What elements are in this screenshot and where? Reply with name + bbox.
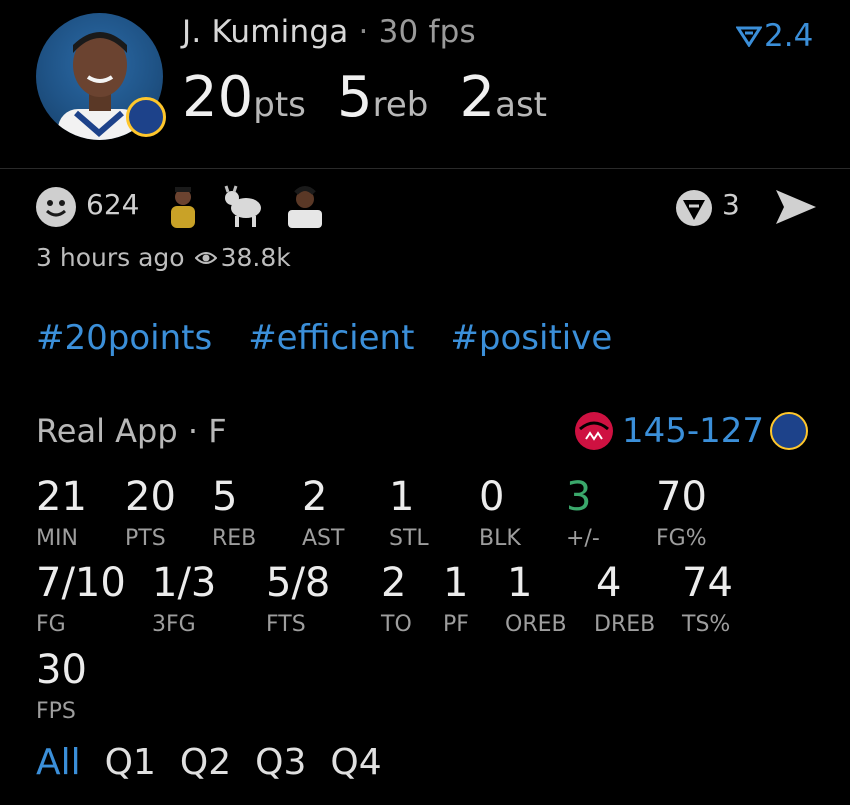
- tab-all[interactable]: All: [36, 742, 81, 783]
- stat-value: 1: [443, 560, 469, 606]
- game-source: Real App · F: [36, 412, 227, 450]
- stat-oreb: 1 OREB: [505, 563, 567, 637]
- stat-value: 70: [656, 474, 707, 520]
- stat-fg-pct: 70 FG%: [656, 477, 707, 551]
- rebounds-value: 5: [337, 65, 373, 130]
- time-ago: 3 hours ago: [36, 243, 185, 272]
- player-reaction-image[interactable]: [161, 184, 203, 228]
- stat-label: TO: [381, 612, 412, 637]
- player-summary-line: 20pts 5reb 2ast: [182, 70, 573, 126]
- stat-value: 2: [302, 474, 328, 520]
- player-fps: 30 fps: [378, 14, 476, 50]
- stat-label: PTS: [125, 526, 166, 551]
- stat-pf: 1 PF: [443, 563, 469, 637]
- views: 38.8k: [194, 243, 291, 272]
- stat-label: OREB: [505, 612, 567, 637]
- stat-label: TS%: [682, 612, 731, 637]
- separator-dot: ·: [358, 14, 369, 50]
- views-count: 38.8k: [220, 243, 291, 272]
- tab-q4[interactable]: Q4: [330, 742, 381, 783]
- stat-dreb: 4 DREB: [594, 563, 655, 637]
- tab-q2[interactable]: Q2: [180, 742, 231, 783]
- post-meta: 3 hours ago 38.8k: [36, 243, 291, 272]
- hashtag[interactable]: #20points: [36, 318, 212, 358]
- goat-emoji[interactable]: [222, 184, 264, 228]
- stat-fg: 7/10 FG: [36, 563, 126, 637]
- comment-icon[interactable]: [673, 187, 715, 229]
- points-unit: pts: [253, 85, 306, 125]
- stat-value: 7/10: [36, 560, 126, 606]
- rating-icon: [736, 26, 762, 47]
- stat-value: 5: [212, 474, 238, 520]
- stat-value: 4: [596, 560, 622, 606]
- rating-value: 2.4: [764, 18, 814, 54]
- stat-value: 0: [479, 474, 505, 520]
- stat-value: 1: [389, 474, 415, 520]
- stat-3fg: 1/3 3FG: [152, 563, 216, 637]
- eye-icon: [194, 251, 217, 264]
- player-name[interactable]: J. Kuminga: [182, 14, 348, 50]
- player-position: F: [208, 412, 227, 450]
- comment-count: 3: [722, 188, 740, 221]
- stat-fps: 30 FPS: [36, 650, 87, 724]
- game-score-value: 145-127: [622, 411, 765, 451]
- source-name: Real App: [36, 412, 178, 450]
- stat-fts: 5/8 FTS: [266, 563, 330, 637]
- stat-value: 30: [36, 647, 87, 693]
- separator-dot: ·: [187, 412, 199, 450]
- stat-label: +/-: [566, 526, 600, 551]
- stat-pts: 20 PTS: [125, 477, 176, 551]
- points-value: 20: [182, 65, 254, 130]
- stat-value: 74: [682, 560, 733, 606]
- stat-label: PF: [443, 612, 469, 637]
- assists-unit: ast: [495, 85, 547, 125]
- stat-label: FG%: [656, 526, 707, 551]
- hashtag[interactable]: #positive: [450, 318, 612, 358]
- stat-value: 5/8: [266, 560, 331, 606]
- stat-label: FPS: [36, 699, 76, 724]
- stat-value: 2: [381, 560, 407, 606]
- smiley-face-icon: [46, 200, 66, 217]
- assists-value: 2: [459, 65, 496, 130]
- stat-label: BLK: [479, 526, 521, 551]
- stat-value: 1/3: [152, 560, 217, 606]
- tab-q1[interactable]: Q1: [105, 742, 156, 783]
- game-score[interactable]: 145-127: [572, 409, 809, 453]
- stat-to: 2 TO: [381, 563, 412, 637]
- share-send-icon[interactable]: [772, 186, 818, 228]
- stat-label: REB: [212, 526, 257, 551]
- stat-plus-minus: 3 +/-: [566, 477, 600, 551]
- rebounds-unit: reb: [372, 85, 429, 125]
- smiley-reaction-icon[interactable]: [36, 187, 76, 227]
- stat-value: 3: [566, 474, 592, 520]
- stat-value: 21: [36, 474, 87, 520]
- stat-min: 21 MIN: [36, 477, 87, 551]
- hashtag[interactable]: #efficient: [248, 318, 414, 358]
- team-logo-icon: [126, 97, 166, 137]
- tab-q3[interactable]: Q3: [255, 742, 306, 783]
- stat-label: FTS: [266, 612, 306, 637]
- stat-stl: 1 STL: [389, 477, 429, 551]
- stat-blk: 0 BLK: [479, 477, 521, 551]
- hashtags: #20points #efficient #positive: [36, 318, 612, 358]
- stat-reb: 5 REB: [212, 477, 256, 551]
- stat-label: STL: [389, 526, 429, 551]
- header-divider: [0, 168, 850, 169]
- stat-ts-pct: 74 TS%: [682, 563, 733, 637]
- player-reaction-image-2[interactable]: [284, 184, 326, 228]
- player-name-line: J. Kuminga · 30 fps: [182, 14, 476, 50]
- rating-badge[interactable]: 2.4: [736, 18, 813, 54]
- stat-label: AST: [302, 526, 345, 551]
- quarter-tabs: All Q1 Q2 Q3 Q4: [36, 742, 382, 783]
- stat-value: 20: [125, 474, 176, 520]
- warriors-logo-icon: [770, 412, 809, 450]
- raptors-logo-icon: [575, 412, 613, 450]
- stat-label: 3FG: [152, 612, 196, 637]
- stat-label: DREB: [594, 612, 656, 637]
- stat-value: 1: [507, 560, 533, 606]
- reaction-count: 624: [86, 188, 140, 221]
- stat-label: FG: [36, 612, 66, 637]
- stat-ast: 2 AST: [302, 477, 344, 551]
- stat-label: MIN: [36, 526, 78, 551]
